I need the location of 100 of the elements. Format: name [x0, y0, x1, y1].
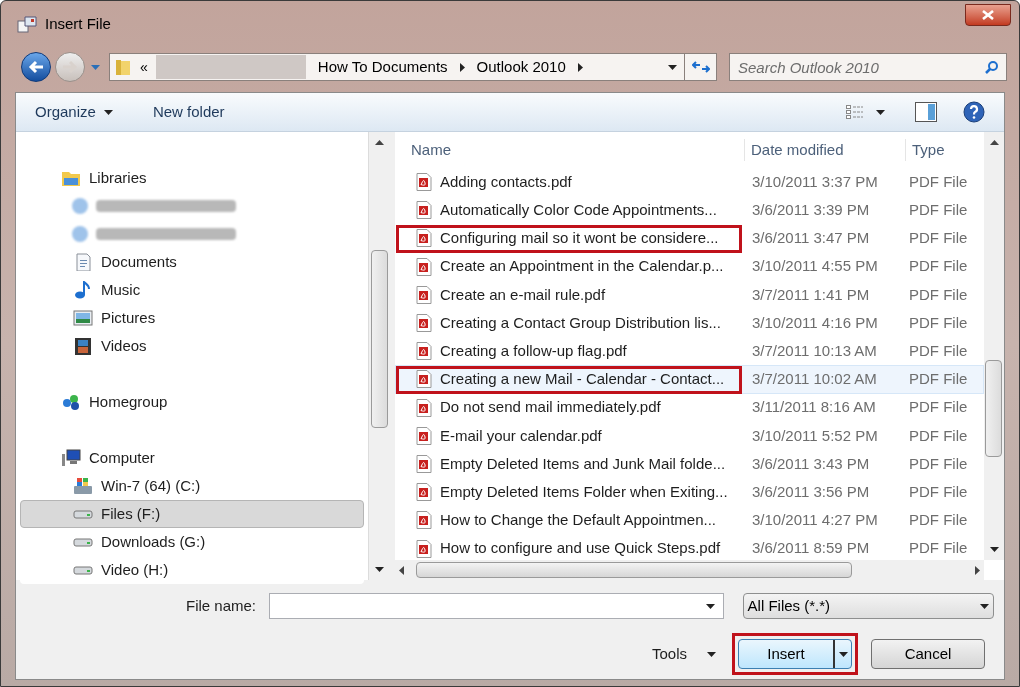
document-icon [73, 253, 93, 271]
dropdown-caret-icon [876, 109, 885, 115]
vertical-scrollbar[interactable] [984, 132, 1004, 560]
file-type: PDF File [908, 397, 968, 418]
file-row[interactable]: Creating a Contact Group Distribution lis... 3/10/2011 4:16 PM PDF File [395, 308, 984, 338]
column-header[interactable]: Date modified [745, 138, 906, 162]
help-icon [963, 101, 985, 123]
cancel-button[interactable]: Cancel [871, 639, 985, 669]
breadcrumb-arrow-icon [459, 62, 465, 72]
column-header[interactable]: Name [395, 138, 745, 162]
file-name-field[interactable] [269, 593, 724, 619]
file-type: PDF File [908, 425, 968, 446]
file-type-dropdown[interactable]: All Files (*.*) [742, 593, 994, 619]
scroll-left-arrow-icon [399, 565, 404, 575]
address-bar[interactable]: « How To Documents Outlook 2010 [109, 53, 717, 81]
music-note-icon [73, 281, 93, 299]
preview-pane-button[interactable] [915, 102, 937, 122]
pdf-file-icon [416, 426, 432, 445]
date-modified: 3/6/2011 3:39 PM [751, 200, 871, 221]
pdf-file-icon [416, 483, 432, 502]
pdf-file-icon [416, 511, 432, 530]
file-row[interactable]: How to Change the Default Appointmen... 3/10/2011 4:27 PM PDF File [395, 506, 984, 535]
pdf-file-icon [416, 201, 432, 220]
close-button[interactable] [965, 4, 1011, 26]
insert-split-button[interactable]: Insert [738, 639, 852, 669]
file-name: Adding contacts.pdf [440, 171, 572, 192]
breadcrumb-overflow[interactable]: « [140, 56, 148, 78]
file-name: Creating a Contact Group Distribution lis... [440, 312, 721, 333]
file-row[interactable]: Empty Deleted Items Folder when Exiting... 3/6/2011 3:56 PM PDF File [395, 478, 984, 507]
tools-menu-button[interactable]: Tools [651, 642, 716, 666]
date-modified: 3/6/2011 8:59 PM [751, 538, 871, 559]
view-options-button[interactable] [846, 105, 885, 119]
file-row[interactable]: Creating a new Mail - Calendar - Contact... 3/7/2011 10:02 AM PDF File [395, 365, 984, 394]
scrollbar-thumb[interactable] [371, 250, 388, 428]
picture-icon [73, 309, 93, 327]
pdf-file-icon [416, 539, 432, 558]
file-row[interactable]: Adding contacts.pdf 3/10/2011 3:37 PM PDF File [395, 168, 984, 197]
back-button[interactable] [21, 52, 51, 82]
date-modified: 3/7/2011 10:13 AM [751, 340, 878, 361]
file-row[interactable]: Create an Appointment in the Calendar.p... 3/10/2011 4:55 PM PDF File [395, 252, 984, 281]
film-strip-icon [73, 337, 93, 355]
dropdown-caret-icon [103, 109, 113, 115]
search-field[interactable]: Search Outlook 2010 [729, 53, 1007, 81]
folder-icon [114, 58, 132, 76]
dropdown-caret-icon [707, 651, 716, 657]
navigation-item[interactable]: Files (F:) [20, 500, 364, 528]
scrollbar-thumb[interactable] [985, 360, 1002, 457]
pdf-file-icon [416, 173, 432, 192]
file-row[interactable]: Do not send mail immediately.pdf 3/11/2011 8:16 AM PDF File [395, 393, 984, 422]
file-row[interactable]: Empty Deleted Items and Junk Mail folde... 3/6/2011 3:43 PM PDF File [395, 449, 984, 479]
breadcrumb-item[interactable]: How To Documents [317, 55, 448, 79]
file-type: PDF File [908, 510, 968, 531]
insert-file-icon [17, 15, 37, 33]
file-row[interactable]: Creating a follow-up flag.pdf 3/7/2011 10:13 AM PDF File [395, 337, 984, 366]
new-folder-button[interactable]: New folder [152, 100, 225, 124]
file-name: Configuring mail so it wont be considere... [440, 228, 719, 249]
file-name: Creating a follow-up flag.pdf [440, 340, 627, 361]
pdf-file-icon [416, 454, 432, 473]
file-type: PDF File [908, 256, 968, 277]
date-modified: 3/6/2011 3:43 PM [751, 453, 871, 474]
file-type: PDF File [908, 538, 968, 559]
file-row[interactable]: Create an e-mail rule.pdf 3/7/2011 1:41 PM PDF File [395, 280, 984, 309]
file-type: PDF File [908, 312, 968, 333]
pdf-file-icon [416, 285, 432, 304]
scrollbar-thumb[interactable] [416, 562, 852, 578]
scroll-up-arrow-icon [375, 140, 384, 145]
file-type: PDF File [908, 369, 968, 390]
scroll-right-arrow-icon [975, 565, 980, 575]
file-name: Empty Deleted Items Folder when Exiting... [440, 481, 728, 502]
refresh-arrows-icon [691, 60, 710, 74]
help-button[interactable] [963, 101, 985, 123]
organize-menu-button[interactable]: Organize [35, 100, 113, 124]
file-name: Creating a new Mail - Calendar - Contact... [440, 369, 725, 390]
date-modified: 3/10/2011 3:37 PM [751, 171, 879, 192]
preview-pane-icon [915, 102, 937, 122]
file-row[interactable]: Automatically Color Code Appointments... 3/6/2011 3:39 PM PDF File [395, 196, 984, 225]
date-modified: 3/6/2011 3:47 PM [751, 228, 871, 249]
dropdown-caret-icon [705, 603, 715, 609]
scroll-down-arrow-icon [989, 547, 999, 552]
file-type: PDF File [908, 284, 968, 305]
breadcrumb-item[interactable]: Outlook 2010 [476, 55, 566, 79]
homegroup-icon [61, 393, 81, 411]
window-title: Insert File [45, 13, 111, 34]
drive-icon [73, 509, 93, 519]
file-name: How to Change the Default Appointmen... [440, 510, 716, 531]
file-row[interactable]: Configuring mail so it wont be considere... 3/6/2011 3:47 PM PDF File [395, 224, 984, 253]
horizontal-scrollbar[interactable] [395, 560, 984, 580]
drive-icon [73, 537, 93, 547]
file-row[interactable]: E-mail your calendar.pdf 3/10/2011 5:52 PM PDF File [395, 421, 984, 450]
dropdown-caret-icon [667, 64, 677, 70]
pdf-file-icon [416, 229, 432, 248]
column-header[interactable]: Type [906, 138, 945, 162]
close-icon [982, 10, 994, 20]
file-name-label: File name: [186, 595, 258, 616]
pdf-file-icon [416, 314, 432, 333]
back-arrow-icon [28, 60, 44, 74]
file-row[interactable]: How to configure and use Quick Steps.pdf 3/6/2011 8:59 PM PDF File [395, 534, 984, 560]
computer-icon [61, 449, 81, 467]
date-modified: 3/7/2011 10:02 AM [751, 369, 878, 390]
pdf-file-icon [416, 398, 432, 417]
